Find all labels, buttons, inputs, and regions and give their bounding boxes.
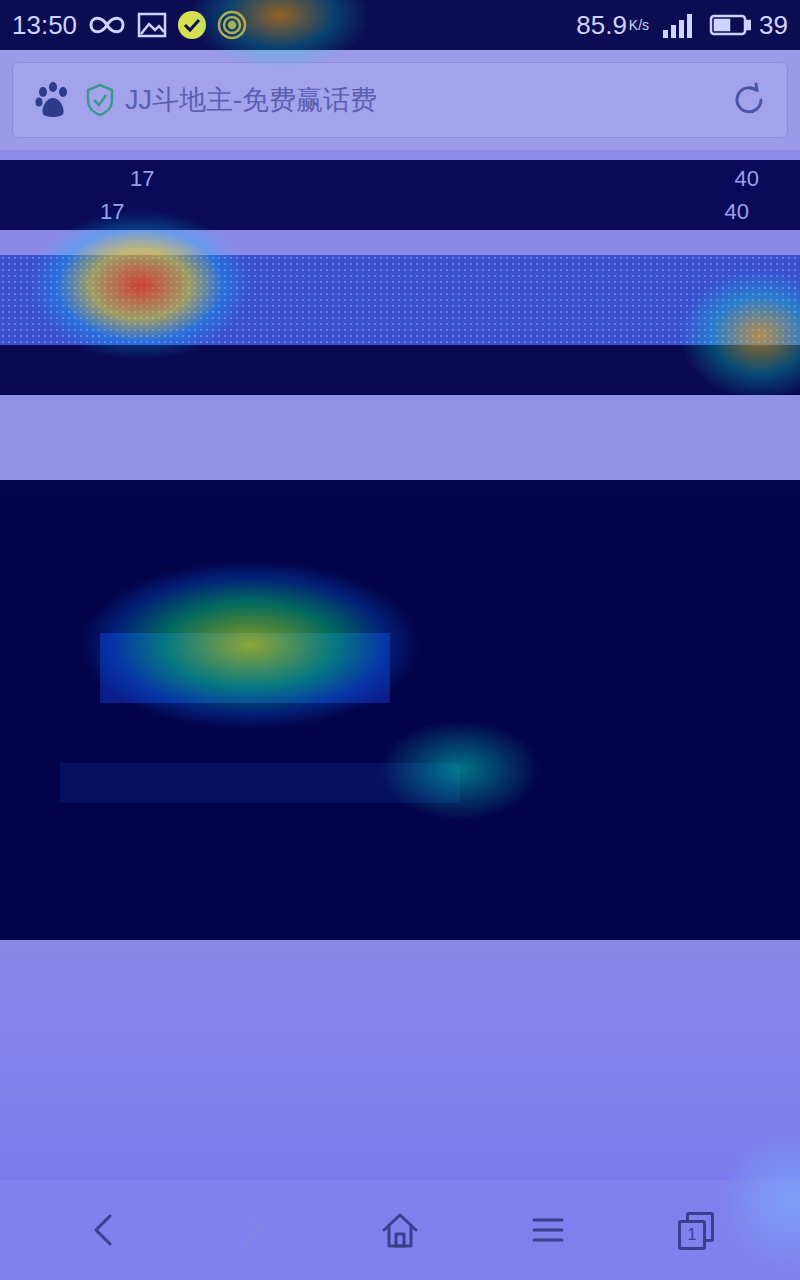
clock: 13:50 [12,6,77,45]
hotspot-icon [217,10,247,40]
home-icon [378,1208,422,1252]
back-icon [82,1208,126,1252]
fragment-text: 17 [100,195,124,228]
check-icon [177,10,207,40]
back-button[interactable] [64,1190,144,1270]
forward-icon [230,1208,274,1252]
baidu-paw-icon [31,78,75,122]
menu-button[interactable] [508,1190,588,1270]
fragment-text: 17 [130,162,154,195]
address-bar[interactable]: JJ斗地主-免费赢话费 [12,62,788,138]
address-bar-area: JJ斗地主-免费赢话费 [0,50,800,150]
home-button[interactable] [360,1190,440,1270]
page-title: JJ斗地主-免费赢话费 [125,80,719,121]
signal-icon [661,12,697,38]
battery-icon [709,13,751,37]
net-speed: 85.9 [576,6,627,45]
menu-icon [526,1208,570,1252]
fragment-text: 40 [734,162,758,195]
heatmap-overlay [0,0,800,1280]
page-content: 17 40 17 40 [0,150,800,1180]
infinity-icon [87,13,127,37]
refresh-icon[interactable] [729,80,769,120]
shield-icon [85,83,115,117]
tab-count: 1 [688,1227,697,1243]
status-bar: 13:50 85.9K/s 39 [0,0,800,50]
tabs-button[interactable]: 1 [656,1190,736,1270]
screen: 13:50 85.9K/s 39 JJ斗地主-免费赢话费 17 40 17 40 1 [0,0,800,1280]
bottom-nav: 1 [0,1180,800,1280]
net-speed-unit: K/s [629,18,649,32]
glitch-row: 17 40 17 40 [0,160,800,230]
image-icon [137,12,167,38]
fragment-text: 40 [724,195,748,228]
battery-level: 39 [759,6,788,45]
tabs-icon: 1 [674,1208,718,1252]
forward-button[interactable] [212,1190,292,1270]
